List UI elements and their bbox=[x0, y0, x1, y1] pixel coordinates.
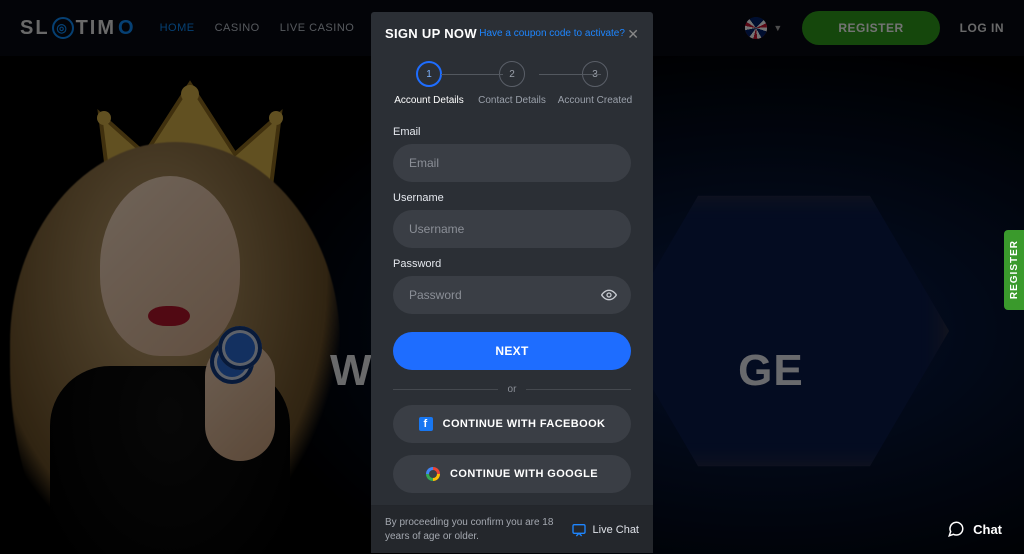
signup-modal: SIGN UP NOW Have a coupon code to activa… bbox=[371, 12, 653, 546]
age-disclaimer: By proceeding you confirm you are 18 yea… bbox=[385, 516, 561, 543]
facebook-icon: f bbox=[419, 417, 433, 431]
step-3: 3 Account Created bbox=[555, 61, 635, 106]
step-1: 1 Account Details bbox=[389, 61, 469, 106]
chat-widget[interactable]: Chat bbox=[947, 520, 1002, 538]
modal-title: SIGN UP NOW bbox=[385, 26, 477, 41]
continue-facebook-button[interactable]: f CONTINUE WITH FACEBOOK bbox=[393, 405, 631, 443]
email-field[interactable] bbox=[393, 144, 631, 182]
step-indicator: 1 Account Details 2 Contact Details 3 Ac… bbox=[371, 51, 653, 108]
step-2-label: Contact Details bbox=[478, 95, 546, 106]
chat-widget-label: Chat bbox=[973, 522, 1002, 537]
side-register-label: REGISTER bbox=[1009, 240, 1020, 299]
google-button-label: CONTINUE WITH GOOGLE bbox=[450, 468, 598, 480]
live-chat-label: Live Chat bbox=[593, 524, 639, 536]
show-password-icon[interactable] bbox=[601, 287, 617, 303]
modal-footer: By proceeding you confirm you are 18 yea… bbox=[371, 505, 653, 553]
facebook-button-label: CONTINUE WITH FACEBOOK bbox=[443, 418, 606, 430]
side-register-tab[interactable]: REGISTER bbox=[1004, 230, 1024, 310]
next-button[interactable]: NEXT bbox=[393, 332, 631, 370]
email-label: Email bbox=[393, 126, 631, 138]
google-icon bbox=[426, 467, 440, 481]
username-field[interactable] bbox=[393, 210, 631, 248]
password-label: Password bbox=[393, 258, 631, 270]
signup-form: Email Username Password NEXT or f CONTIN… bbox=[371, 108, 653, 505]
step-2: 2 Contact Details bbox=[472, 61, 552, 106]
password-field[interactable] bbox=[393, 276, 631, 314]
close-icon[interactable]: ✕ bbox=[627, 27, 639, 41]
or-divider: or bbox=[393, 384, 631, 395]
step-1-circle: 1 bbox=[416, 61, 442, 87]
continue-google-button[interactable]: CONTINUE WITH GOOGLE bbox=[393, 455, 631, 493]
coupon-link[interactable]: Have a coupon code to activate? bbox=[479, 28, 625, 39]
live-chat-link[interactable]: Live Chat bbox=[571, 522, 639, 538]
username-label: Username bbox=[393, 192, 631, 204]
step-1-label: Account Details bbox=[394, 95, 463, 106]
step-3-label: Account Created bbox=[558, 95, 633, 106]
